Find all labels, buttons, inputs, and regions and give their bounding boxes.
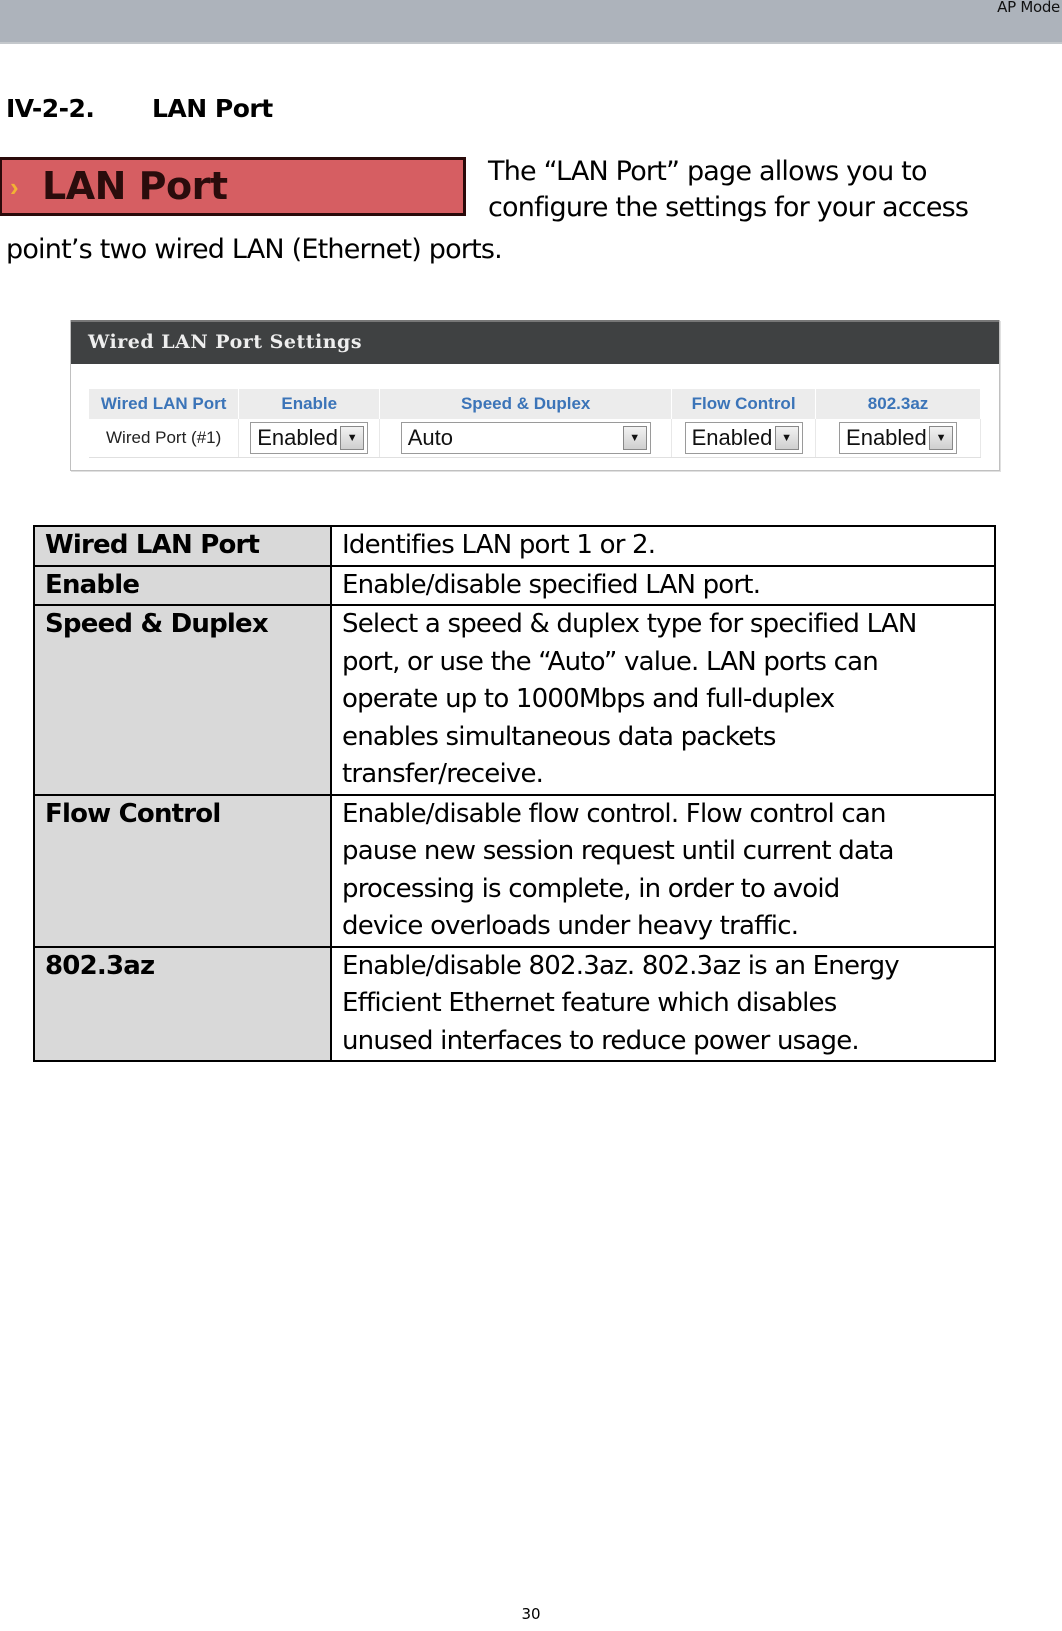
enable-select-value: Enabled (257, 425, 338, 450)
column-header-802-3az: 802.3az (815, 389, 981, 419)
802-3az-cell: Enabled ▼ (815, 419, 981, 458)
flow-control-cell: Enabled ▼ (671, 419, 817, 458)
intro-line: The “LAN Port” page allows you to (488, 156, 927, 187)
description-term: Flow Control (33, 793, 332, 948)
enable-cell: Enabled ▼ (238, 419, 381, 458)
page-header-bar: AP Mode (0, 0, 1062, 44)
speed-duplex-cell: Auto ▼ (379, 419, 673, 458)
speed-duplex-select-value: Auto (407, 425, 453, 450)
description-text: Enable/disable 802.3az. 802.3az is an En… (330, 945, 996, 1062)
wired-lan-port-settings-panel: Wired LAN Port Settings Wired LAN Port E… (70, 320, 1000, 471)
description-text: Enable/disable flow control. Flow contro… (330, 793, 996, 948)
flow-control-select[interactable]: Enabled ▼ (684, 422, 803, 454)
description-line: Enable/disable flow control. Flow contro… (342, 798, 887, 829)
column-header-enable: Enable (238, 389, 381, 419)
chevron-down-icon[interactable]: ▼ (774, 426, 799, 450)
chevron-right-icon: › (10, 172, 19, 202)
column-header-flow-control: Flow Control (671, 389, 817, 419)
description-line: device overloads under heavy traffic. (342, 911, 799, 941)
column-header-wired-lan-port: Wired LAN Port (89, 389, 240, 419)
description-line: port, or use the “Auto” value. LAN ports… (342, 646, 879, 677)
description-text: Select a speed & duplex type for specifi… (330, 604, 996, 796)
description-term: Speed & Duplex (33, 604, 332, 796)
settings-table: Wired LAN Port Enable Speed & Duplex Flo… (89, 389, 981, 458)
intro-line: configure the settings for your access (488, 192, 969, 223)
description-line: unused interfaces to reduce power usage. (342, 1025, 860, 1056)
section-heading: IV-2-2. LAN Port (6, 94, 273, 123)
description-line: enables simultaneous data packets (342, 721, 776, 752)
page-number: 30 (521, 1605, 541, 1623)
802-3az-select-value: Enabled (846, 425, 927, 450)
panel-title: Wired LAN Port Settings (71, 320, 999, 364)
description-line: Identifies LAN port 1 or 2. (342, 530, 656, 560)
description-line: Enable/disable specified LAN port. (342, 569, 761, 600)
description-row: 802.3az Enable/disable 802.3az. 802.3az i… (33, 945, 996, 1062)
port-name: Wired Port (#1) (89, 419, 240, 458)
chevron-down-icon[interactable]: ▼ (340, 426, 365, 450)
description-term: Wired LAN Port (33, 525, 332, 567)
mode-label: AP Mode (997, 0, 1060, 16)
description-line: Efficient Ethernet feature which disable… (342, 988, 837, 1018)
description-line: Select a speed & duplex type for specifi… (342, 609, 917, 639)
description-line: Enable/disable 802.3az. 802.3az is an En… (342, 950, 900, 981)
settings-header-row: Wired LAN Port Enable Speed & Duplex Flo… (89, 389, 981, 419)
description-line: processing is complete, in order to avoi… (342, 873, 840, 904)
flow-control-select-value: Enabled (691, 425, 773, 450)
section-title: LAN Port (152, 94, 273, 123)
chevron-down-icon[interactable]: ▼ (622, 426, 647, 450)
column-header-speed-duplex: Speed & Duplex (379, 389, 673, 419)
lan-port-menu-banner: › LAN Port (0, 157, 466, 216)
description-row: Wired LAN Port Identifies LAN port 1 or 2… (33, 525, 996, 567)
description-row: Speed & Duplex Select a speed & duplex ty… (33, 604, 996, 796)
description-term: Enable (33, 564, 332, 606)
intro-line: point’s two wired LAN (Ethernet) ports. (6, 234, 503, 265)
description-term: 802.3az (33, 945, 332, 1062)
field-description-table: Wired LAN Port Identifies LAN port 1 or 2… (33, 525, 996, 1062)
description-line: pause new session request until current … (342, 836, 894, 866)
description-text: Enable/disable specified LAN port. (330, 564, 996, 606)
section-number: IV-2-2. (6, 94, 95, 123)
enable-select[interactable]: Enabled ▼ (250, 422, 369, 454)
description-text: Identifies LAN port 1 or 2. (330, 525, 996, 567)
802-3az-select[interactable]: Enabled ▼ (839, 422, 958, 454)
description-line: operate up to 1000Mbps and full-duplex (342, 684, 835, 714)
speed-duplex-select[interactable]: Auto ▼ (400, 422, 651, 454)
chevron-down-icon[interactable]: ▼ (929, 426, 954, 450)
description-row: Enable Enable/disable specified LAN port. (33, 564, 996, 606)
settings-row: Wired Port (#1) Enabled ▼ Auto ▼ Enabled… (89, 419, 981, 458)
banner-label: LAN Port (42, 164, 228, 208)
description-row: Flow Control Enable/disable flow control.… (33, 793, 996, 948)
description-line: transfer/receive. (342, 759, 544, 789)
